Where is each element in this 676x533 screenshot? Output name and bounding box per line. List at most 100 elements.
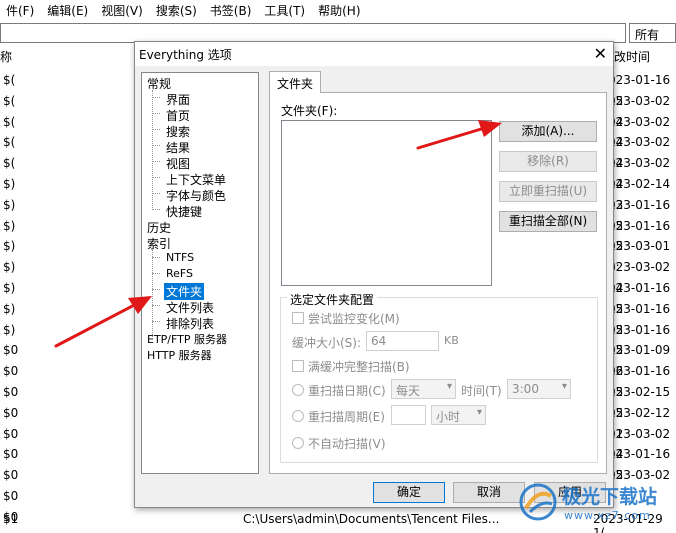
tree-item-ntfs[interactable]: NTFS [166,251,194,264]
menu-file[interactable]: 件(F) [0,2,41,19]
result-date-cell[interactable]: 023-01-16 15 [608,70,676,108]
rescan-period-input[interactable] [391,405,426,425]
ok-button[interactable]: 确定 [373,482,445,503]
result-size-cell[interactable]: $) [0,278,40,299]
remove-folder-button[interactable]: 移除(R) [499,151,597,172]
period-unit-select[interactable]: 小时 ▾ [431,405,486,425]
result-size-cell[interactable]: $( [0,153,40,174]
tree-item-index[interactable]: 索引 [147,235,171,252]
result-date-cell[interactable]: 023-03-01 8: [608,236,676,274]
monitor-changes-label: 尝试监控变化(M) [308,312,400,326]
period-unit-value: 小时 [436,410,461,424]
tree-item-refs[interactable]: ReFS [166,267,193,280]
rescan-time-select[interactable]: 3:00 ▾ [507,379,571,399]
result-date-cell[interactable]: 023-01-16 15 [608,195,676,233]
menu-help[interactable]: 帮助(H) [312,2,367,19]
folders-listbox[interactable] [281,120,492,286]
result-date-cell[interactable]: 023-01-16 15 [608,320,676,358]
menu-bookmarks[interactable]: 书签(B) [204,2,259,19]
result-size-cell[interactable]: $0 [0,486,40,507]
watermark-brand: 极光下载站 [562,486,658,508]
result-date-cell[interactable]: 023-03-02 14 [608,132,676,170]
result-size-cell[interactable]: $0 [0,444,40,465]
tree-item-folders[interactable]: 文件夹 [164,283,205,300]
result-size-cell[interactable]: $0 [0,382,40,403]
add-folder-button[interactable]: 添加(A)... [499,121,597,142]
result-size-cell[interactable]: $) [0,236,40,257]
result-size-cell[interactable]: $0 [0,403,40,424]
tree-item-context-menu[interactable]: 上下文菜单 [166,171,226,188]
result-size-cell[interactable]: $0 [0,340,40,361]
result-date-cell[interactable]: 023-03-02 14 [608,112,676,150]
rescan-day-select[interactable]: 每天 ▾ [391,379,456,399]
result-date-cell[interactable]: 023-01-16 15 [608,216,676,254]
tree-item-http-server[interactable]: HTTP 服务器 [147,347,212,363]
menu-edit[interactable]: 编辑(E) [41,2,95,19]
buffer-size-input[interactable]: 64 [366,331,439,351]
watermark: 极光下载站 www.xz7.com [518,476,676,533]
tree-item-etp-ftp-server[interactable]: ETP/FTP 服务器 [147,331,227,347]
result-size-column: $($($($($($) $) $) $) $) $) $) $) $0 $0 $0 $0 $0 $0 $0… [0,70,40,528]
result-date-cell[interactable]: 023-02-15 15 [608,382,676,420]
result-size-cell[interactable]: $0 [0,465,40,486]
result-size-cell[interactable]: $( [0,70,40,91]
result-size-cell[interactable]: $) [0,195,40,216]
result-size-cell[interactable]: $( [0,132,40,153]
column-header-date[interactable]: 改时间 [614,48,650,68]
result-date-cell[interactable]: 023-02-12 11 [608,403,676,441]
tree-item-history[interactable]: 历史 [147,219,171,236]
search-input[interactable] [0,23,626,43]
result-date-cell[interactable]: 023-01-16 15 [608,361,676,399]
chevron-down-icon: ▾ [476,407,482,418]
result-date-cell[interactable]: 023-03-02 14 [608,424,676,462]
time-label: 时间(T) [461,384,502,398]
no-auto-scan-radio[interactable] [292,437,304,449]
monitor-changes-checkbox[interactable] [292,312,304,324]
result-date-cell[interactable]: 023-01-09 16 [608,340,676,378]
rescan-period-label: 重扫描周期(E) [308,410,385,424]
tree-item-interface[interactable]: 界面 [166,91,190,108]
tab-folders[interactable]: 文件夹 [269,71,321,93]
result-date-cell[interactable]: 023-03-02 14 [608,153,676,191]
column-header-name[interactable]: 称 [0,48,12,68]
full-buffer-rescan-checkbox[interactable] [292,360,304,372]
tree-item-view[interactable]: 视图 [166,155,190,172]
rescan-all-button[interactable]: 重扫描全部(N) [499,211,597,232]
tree-item-file-lists[interactable]: 文件列表 [166,299,214,316]
result-date-cell[interactable]: 023-01-16 15 [608,444,676,482]
result-size-cell[interactable]: $( [0,112,40,133]
dialog-title: Everything 选项 [139,48,232,62]
tree-item-general[interactable]: 常规 [147,75,171,92]
result-size-cell[interactable]: $0 [0,424,40,445]
result-date-cell[interactable]: 023-03-02 14 [608,257,676,295]
rescan-period-radio[interactable] [292,410,304,422]
tree-item-search[interactable]: 搜索 [166,123,190,140]
tree-item-results[interactable]: 结果 [166,139,190,156]
result-date-cell[interactable]: 023-03-02 14 [608,91,676,129]
tree-item-fonts-colors[interactable]: 字体与颜色 [166,187,226,204]
result-size-cell[interactable]: $) [0,257,40,278]
result-date-cell[interactable]: 023-02-14 13 [608,174,676,212]
result-size-cell[interactable]: $0 [0,361,40,382]
bottom-row-size: $1 [3,512,19,526]
tree-item-home[interactable]: 首页 [166,107,190,124]
tree-item-shortcuts[interactable]: 快捷键 [166,203,202,220]
result-size-cell[interactable]: $) [0,299,40,320]
cancel-button[interactable]: 取消 [453,482,525,503]
chevron-down-icon: ▾ [561,381,567,392]
result-size-cell[interactable]: $( [0,91,40,112]
rescan-now-button[interactable]: 立即重扫描(U) [499,181,597,202]
menu-search[interactable]: 搜索(S) [150,2,204,19]
menu-tools[interactable]: 工具(T) [258,2,312,19]
dialog-titlebar: Everything 选项 ✕ [135,42,613,66]
menu-view[interactable]: 视图(V) [95,2,150,19]
tree-item-exclude-list[interactable]: 排除列表 [166,315,214,332]
rescan-date-radio[interactable] [292,384,304,396]
result-date-cell[interactable]: 023-01-16 15 [608,278,676,316]
result-size-cell[interactable]: $) [0,216,40,237]
result-size-cell[interactable]: $) [0,174,40,195]
result-size-cell[interactable]: $) [0,320,40,341]
filter-select[interactable]: 所有 [629,23,676,43]
close-icon[interactable]: ✕ [594,44,607,63]
result-date-cell[interactable]: 023-01-16 15 [608,299,676,337]
